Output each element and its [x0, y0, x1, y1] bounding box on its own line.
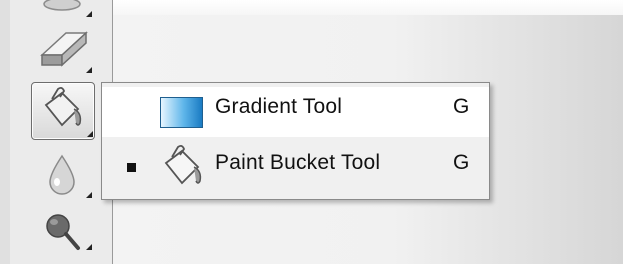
- water-drop-icon: [49, 154, 75, 195]
- flyout-indicator: [86, 244, 92, 250]
- gradient-icon: [160, 97, 203, 128]
- stamp-icon: [43, 0, 81, 11]
- canvas-top-strip: [113, 0, 623, 15]
- menu-item-shortcut: G: [453, 151, 470, 174]
- flyout-indicator: [87, 131, 93, 137]
- tool-flyout-menu: Gradient Tool G Paint Bucket Tool G: [101, 82, 490, 200]
- paint-bucket-icon: [164, 144, 202, 185]
- flyout-indicator: [86, 192, 92, 198]
- dodge-icon: [46, 214, 80, 250]
- menu-item-label: Paint Bucket Tool: [215, 151, 381, 174]
- menu-item-shortcut: G: [453, 95, 470, 118]
- menu-item-label: Gradient Tool: [215, 95, 343, 118]
- paint-bucket-icon: [44, 86, 82, 127]
- menu-item-paint-bucket-tool[interactable]: Paint Bucket Tool G: [102, 143, 489, 193]
- paint-bucket-tool-button[interactable]: [31, 82, 95, 140]
- flyout-indicator: [86, 11, 92, 17]
- eraser-icon: [40, 31, 88, 67]
- toolbar-edge: [0, 0, 10, 264]
- tools-panel: [0, 0, 113, 264]
- flyout-indicator: [86, 67, 92, 73]
- menu-item-gradient-tool[interactable]: Gradient Tool G: [102, 87, 489, 137]
- blur-tool-button[interactable]: [36, 150, 92, 202]
- eraser-tool-button[interactable]: [36, 23, 92, 75]
- dodge-tool-button[interactable]: [36, 208, 92, 260]
- stamp-tool-button[interactable]: [36, 0, 92, 18]
- selected-marker-icon: [127, 163, 136, 172]
